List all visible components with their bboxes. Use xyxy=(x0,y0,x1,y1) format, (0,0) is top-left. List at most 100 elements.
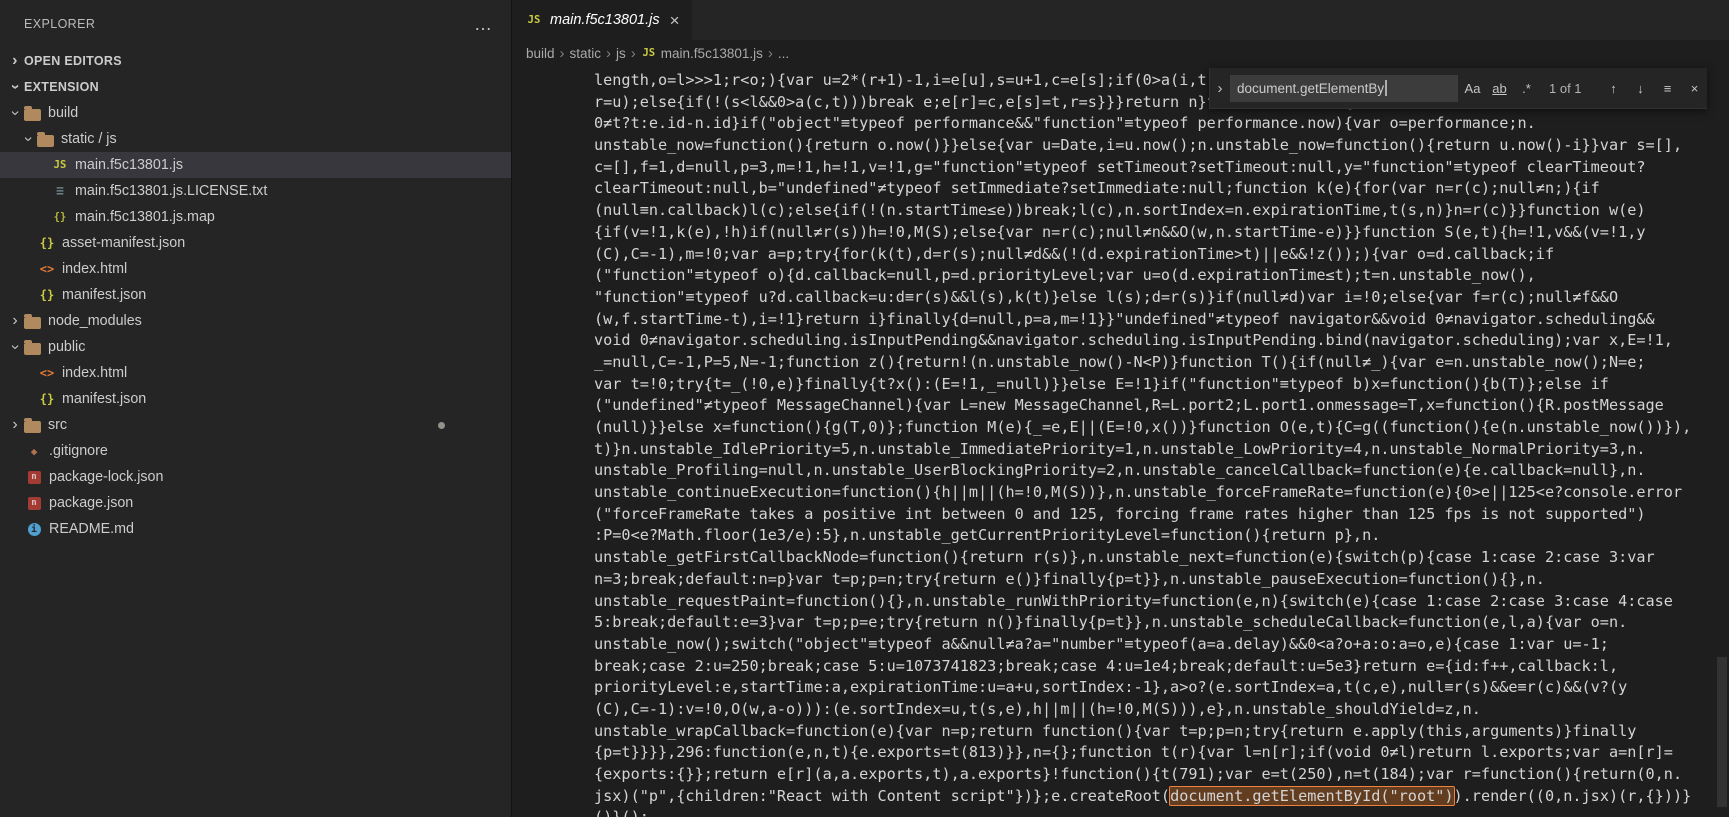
tree-item-label: index.html xyxy=(62,261,128,277)
tree-file-main-f5c13801-js[interactable]: JS main.f5c13801.js xyxy=(0,152,511,178)
tree-folder-static-js[interactable]: › static / js xyxy=(0,126,511,152)
close-find-button[interactable]: × xyxy=(1682,76,1707,101)
tree-file-index-html[interactable]: <> index.html xyxy=(0,360,511,386)
tree-item-label: main.f5c13801.js.map xyxy=(75,209,215,225)
json-file-icon: {} xyxy=(39,288,55,302)
regex-button[interactable]: .* xyxy=(1514,76,1539,101)
code-line: n=3;break;default:n=p}var t=p;p=n;try{re… xyxy=(594,569,1545,588)
js-file-icon: JS xyxy=(527,14,541,26)
vscode-window: EXPLORER … › OPEN EDITORS › EXTENSION › b… xyxy=(0,0,1729,817)
breadcrumb: build › static › js › JS main.f5c13801.js ›... xyxy=(512,40,1729,66)
code-line: (w,f.startTime-t),i=!1}return i}finally{… xyxy=(594,309,1655,328)
code-line: (C),C=-1):v=!0,O(w,a-o))):(e.sortIndex=u… xyxy=(594,699,1481,718)
code-line: jsx)("p",{children:"React with Content s… xyxy=(594,785,1692,806)
breadcrumb-item-build[interactable]: build xyxy=(526,46,555,61)
code-line: (C),C=-1),m=!0;var a=p;try{for(k(t),d=r(… xyxy=(594,244,1555,263)
tree-item-label: node_modules xyxy=(48,313,142,329)
code-line: 5:break;default:e=3}var t=p;p=e;try{retu… xyxy=(594,613,1628,632)
tree-file-readme-md[interactable]: i README.md xyxy=(0,516,511,542)
breadcrumb-item-js[interactable]: js xyxy=(616,46,626,61)
json-file-icon: {} xyxy=(39,236,55,250)
code-line: (null≡n.callback)l(c);else{if(!(n.startT… xyxy=(594,201,1646,220)
info-file-icon: i xyxy=(24,519,44,539)
section-label: EXTENSION xyxy=(24,80,99,94)
explorer-header: EXPLORER … xyxy=(24,14,493,34)
breadcrumb-item-main-f5c13801-js[interactable]: JS main.f5c13801.js xyxy=(641,45,763,61)
breadcrumb-label: ... xyxy=(777,45,790,61)
folder-icon xyxy=(24,313,41,329)
tree-item-label: main.f5c13801.js.LICENSE.txt xyxy=(75,183,268,199)
code-line: "function"≡typeof u?d.callback=u:d≡r(s)&… xyxy=(594,287,1619,306)
code-line: void 0≠navigator.scheduling.isInputPendi… xyxy=(594,331,1673,350)
close-icon[interactable]: × xyxy=(670,12,680,29)
breadcrumb-label: main.f5c13801.js xyxy=(660,45,763,61)
toggle-replace-chevron-icon[interactable]: › xyxy=(1210,80,1230,97)
tree-file-package-json[interactable]: n package.json xyxy=(0,490,511,516)
find-input[interactable]: document.getElementBy xyxy=(1230,74,1458,102)
explorer-title: EXPLORER xyxy=(24,17,96,31)
tree-item-label: README.md xyxy=(49,521,134,537)
editor-group: JS main.f5c13801.js × build › static › js › JS… xyxy=(511,0,1729,817)
chevron-right-icon: › xyxy=(12,52,18,69)
match-case-button[interactable]: Aa xyxy=(1460,76,1485,101)
editor-scrollbar[interactable] xyxy=(1715,66,1729,817)
tree-file-gitignore[interactable]: ◆ .gitignore xyxy=(0,438,511,464)
tree-item-label: package-lock.json xyxy=(49,469,164,485)
js-file-icon: JS xyxy=(53,159,67,171)
section-open-editors[interactable]: › OPEN EDITORS xyxy=(0,48,511,74)
tree-file-main-f5c13801-js-license-txt[interactable]: ≡ main.f5c13801.js.LICENSE.txt xyxy=(0,178,511,204)
tree-file-package-lock-json[interactable]: n package-lock.json xyxy=(0,464,511,490)
breadcrumb-item--[interactable]: ... xyxy=(778,46,789,61)
chevron-right-icon: › xyxy=(12,416,18,433)
tree-item-label: public xyxy=(48,339,86,355)
code-line: ("undefined"≠typeof MessageChannel){var … xyxy=(594,396,1664,415)
tree-file-asset-manifest-json[interactable]: {} asset-manifest.json xyxy=(0,230,511,256)
tree-folder-src[interactable]: › src xyxy=(0,412,511,438)
code-line: clearTimeout:null,b="undefined"≠typeof s… xyxy=(594,179,1600,198)
code-line: c=[],f=1,d=null,p=3,m=!1,h=!1,v=!1,g="fu… xyxy=(594,157,1646,176)
code-line: break;case 2:u=250;break;case 5:u=107374… xyxy=(594,656,1619,675)
tree-folder-public[interactable]: › public xyxy=(0,334,511,360)
json-file-icon: {} xyxy=(39,392,55,406)
folder-icon xyxy=(24,339,41,355)
tree-file-main-f5c13801-js-map[interactable]: {} main.f5c13801.js.map xyxy=(0,204,511,230)
code-line: {p=t}}}},296:function(e,n,t){e.exports=t… xyxy=(594,743,1673,762)
js-file-icon: JS xyxy=(642,47,656,59)
breadcrumb-separator-icon: › xyxy=(606,44,612,62)
breadcrumb-label: build xyxy=(526,45,555,61)
tree-folder-build[interactable]: › build xyxy=(0,100,511,126)
tree-item-label: manifest.json xyxy=(62,287,147,303)
find-results-count: 1 of 1 xyxy=(1549,80,1582,96)
file-tree: › build › static / js JS main.f5c13801.js ≡ mai… xyxy=(0,100,511,542)
chevron-down-icon: › xyxy=(7,110,24,116)
code-line: _=null,C=-1,P=5,N=-1;function z(){return… xyxy=(594,352,1646,371)
code-line: unstable_continueExecution=function(){h|… xyxy=(594,483,1683,502)
breadcrumb-item-static[interactable]: static xyxy=(570,46,602,61)
code-line: 0≠t?t:e.id-n.id}if("object"≡typeof perfo… xyxy=(594,114,1536,133)
next-match-button[interactable]: ↓ xyxy=(1628,76,1653,101)
tree-item-label: manifest.json xyxy=(62,391,147,407)
tree-file-index-html[interactable]: <> index.html xyxy=(0,256,511,282)
git-file-icon: ◆ xyxy=(30,444,38,458)
breadcrumb-separator-icon: › xyxy=(630,44,636,62)
find-query-text: document.getElementBy xyxy=(1237,80,1385,96)
code-line: {if(v=!1,k(e),!h)if(null≠r(s))h=!0,M(S);… xyxy=(594,222,1646,241)
section-extension[interactable]: › EXTENSION xyxy=(0,74,511,100)
code-line: unstable_requestPaint=function(){},n.uns… xyxy=(594,591,1673,610)
tree-folder-node-modules[interactable]: › node_modules xyxy=(0,308,511,334)
whole-word-button[interactable]: ab xyxy=(1487,76,1512,101)
breadcrumb-separator-icon: › xyxy=(559,44,565,62)
tree-item-label: index.html xyxy=(62,365,128,381)
find-in-selection-button[interactable]: ≡ xyxy=(1655,76,1680,101)
previous-match-button[interactable]: ↑ xyxy=(1601,76,1626,101)
scrollbar-thumb[interactable] xyxy=(1717,657,1727,807)
tree-item-label: asset-manifest.json xyxy=(62,235,186,251)
tab-main-f5c13801-js[interactable]: JS main.f5c13801.js × xyxy=(512,0,692,40)
chevron-right-icon: › xyxy=(12,312,18,329)
tree-item-label: package.json xyxy=(49,495,134,511)
npm-file-icon: n xyxy=(24,493,44,513)
tree-file-manifest-json[interactable]: {} manifest.json xyxy=(0,282,511,308)
tree-file-manifest-json[interactable]: {} manifest.json xyxy=(0,386,511,412)
tab-bar: JS main.f5c13801.js × xyxy=(512,0,1729,40)
code-area[interactable]: length,o=l>>>1;r<o;){var u=2*(r+1)-1,i=e… xyxy=(512,66,1715,817)
